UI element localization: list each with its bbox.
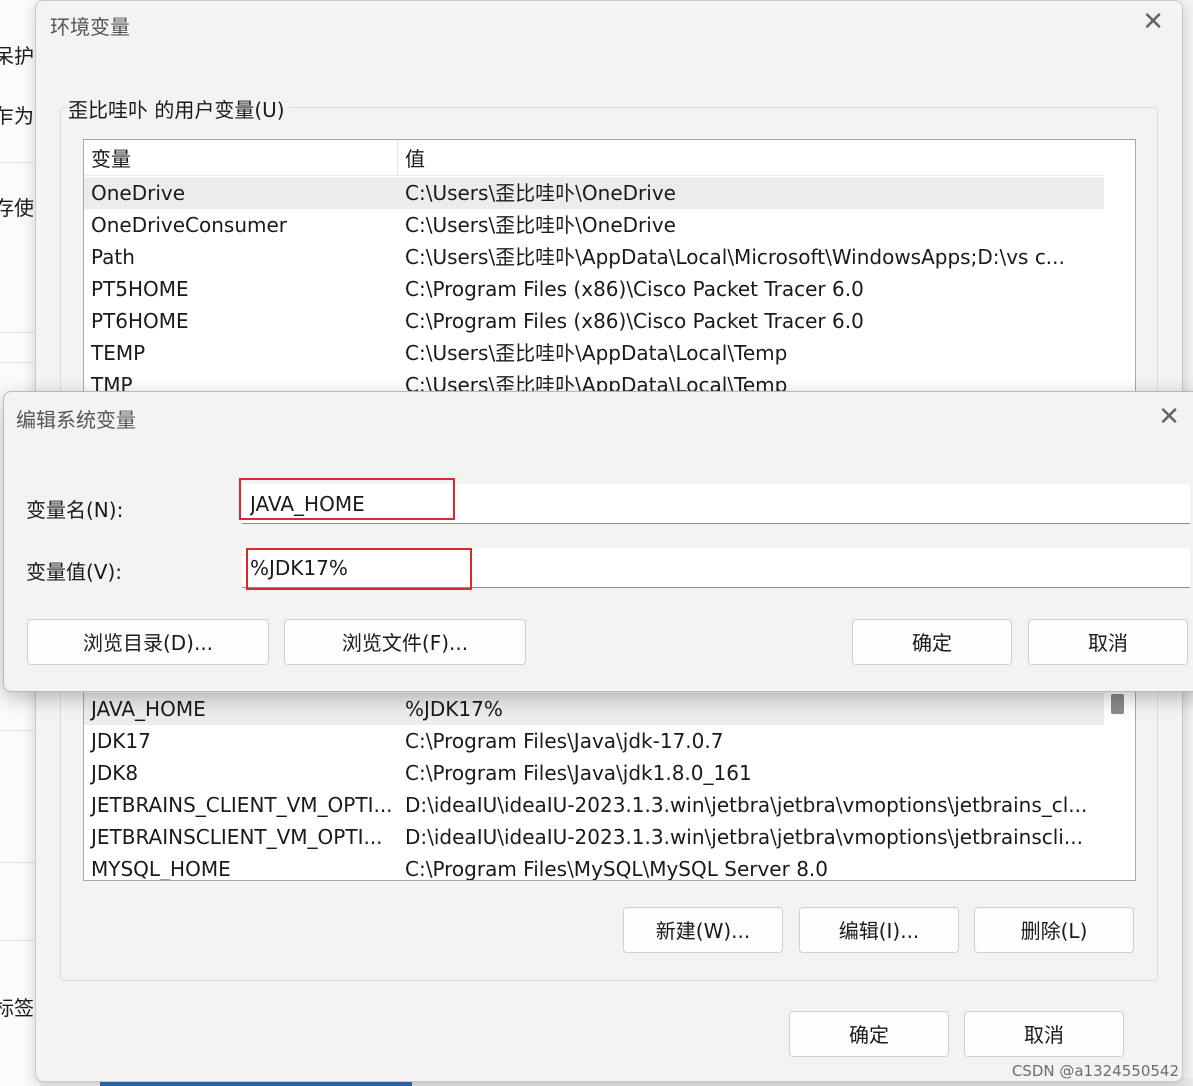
user-variables-label: 歪比哇卟 的用户变量(U)	[68, 94, 289, 123]
table-row[interactable]: JETBRAINS_CLIENT_VM_OPTI... D:\ideaIU\id…	[84, 789, 1104, 821]
table-row[interactable]: OneDrive C:\Users\歪比哇卟\OneDrive	[84, 177, 1104, 209]
edit-system-variable-dialog: 编辑系统变量 ✕ 变量名(N): 变量值(V): 浏览目录(D)... 浏览文件…	[3, 391, 1193, 692]
dialog-ok-button[interactable]: 确定	[852, 619, 1012, 665]
table-row[interactable]: OneDriveConsumer C:\Users\歪比哇卟\OneDrive	[84, 209, 1104, 241]
variable-value: C:\Program Files\MySQL\MySQL Server 8.0	[405, 857, 828, 881]
edit-variable-button[interactable]: 编辑(I)...	[799, 907, 959, 953]
background-text-fragment: 存使	[0, 196, 34, 220]
dialog-title: 编辑系统变量	[16, 408, 136, 432]
cancel-button[interactable]: 取消	[964, 1011, 1124, 1057]
background-divider	[0, 332, 40, 333]
variable-value-label: 变量值(V):	[26, 560, 123, 584]
variable-value: C:\Program Files (x86)\Cisco Packet Trac…	[405, 309, 864, 333]
close-icon[interactable]: ✕	[1158, 404, 1180, 430]
variable-value: C:\Users\歪比哇卟\AppData\Local\Temp	[405, 341, 788, 365]
variable-value: C:\Users\歪比哇卟\OneDrive	[405, 213, 676, 237]
watermark: CSDN @a1324550542	[1011, 1062, 1179, 1080]
table-row[interactable]: Path C:\Users\歪比哇卟\AppData\Local\Microso…	[84, 241, 1104, 273]
variable-name: TEMP	[91, 341, 146, 365]
variable-value: C:\Program Files (x86)\Cisco Packet Trac…	[405, 277, 864, 301]
column-header-variable[interactable]: 变量	[84, 140, 398, 176]
variable-value: C:\Users\歪比哇卟\AppData\Local\Microsoft\Wi…	[405, 245, 1065, 269]
background-text-fragment: 标签	[0, 996, 34, 1020]
table-row[interactable]: JDK17 C:\Program Files\Java\jdk-17.0.7	[84, 725, 1104, 757]
scrollbar-thumb[interactable]	[1111, 694, 1124, 714]
user-variables-rows: OneDrive C:\Users\歪比哇卟\OneDrive OneDrive…	[84, 177, 1104, 400]
dialog-cancel-button[interactable]: 取消	[1028, 619, 1188, 665]
browse-file-button[interactable]: 浏览文件(F)...	[284, 619, 526, 665]
ok-button[interactable]: 确定	[789, 1011, 949, 1057]
table-row[interactable]: MYSQL_HOME C:\Program Files\MySQL\MySQL …	[84, 853, 1104, 881]
table-row[interactable]: JDK8 C:\Program Files\Java\jdk1.8.0_161	[84, 757, 1104, 789]
delete-variable-button[interactable]: 删除(L)	[974, 907, 1134, 953]
table-row[interactable]: JAVA_HOME %JDK17%	[84, 693, 1104, 725]
variable-value: C:\Program Files\Java\jdk1.8.0_161	[405, 761, 752, 785]
background-divider	[0, 162, 40, 163]
variable-name: JAVA_HOME	[91, 697, 206, 721]
window-title: 环境变量	[50, 15, 130, 39]
browse-directory-button[interactable]: 浏览目录(D)...	[27, 619, 269, 665]
table-row[interactable]: PT6HOME C:\Program Files (x86)\Cisco Pac…	[84, 305, 1104, 337]
new-variable-button[interactable]: 新建(W)...	[623, 907, 783, 953]
variable-name: Path	[91, 245, 135, 269]
variable-name: OneDrive	[91, 181, 186, 205]
variable-value: C:\Users\歪比哇卟\OneDrive	[405, 181, 676, 205]
variable-value: D:\ideaIU\ideaIU-2023.1.3.win\jetbra\jet…	[405, 793, 1088, 817]
variable-value-input[interactable]	[242, 548, 1190, 588]
background-text-fragment: 乍为管	[0, 104, 40, 128]
list-header: 变量 值	[84, 140, 1104, 176]
variable-value: %JDK17%	[405, 697, 503, 721]
variable-name-label: 变量名(N):	[26, 498, 124, 522]
table-row[interactable]: TEMP C:\Users\歪比哇卟\AppData\Local\Temp	[84, 337, 1104, 369]
variable-name: MYSQL_HOME	[91, 857, 231, 881]
variable-name: JETBRAINS_CLIENT_VM_OPTI...	[91, 793, 393, 817]
column-header-value[interactable]: 值	[398, 140, 1104, 176]
close-icon[interactable]: ✕	[1142, 9, 1164, 35]
user-variables-list[interactable]: 变量 值 OneDrive C:\Users\歪比哇卟\OneDrive One…	[83, 139, 1136, 401]
background-text-fragment: 呆护	[0, 44, 34, 68]
variable-name: PT6HOME	[91, 309, 189, 333]
variable-name-input[interactable]	[242, 484, 1190, 524]
variable-name: OneDriveConsumer	[91, 213, 288, 237]
table-row[interactable]: PT5HOME C:\Program Files (x86)\Cisco Pac…	[84, 273, 1104, 305]
variable-name: JDK17	[91, 729, 151, 753]
variable-name: JETBRAINSCLIENT_VM_OPTI...	[91, 825, 383, 849]
variable-value: D:\ideaIU\ideaIU-2023.1.3.win\jetbra\jet…	[405, 825, 1083, 849]
variable-name: JDK8	[91, 761, 139, 785]
system-variables-rows: JAVA_HOME %JDK17% JDK17 C:\Program Files…	[84, 693, 1104, 881]
variable-name: PT5HOME	[91, 277, 189, 301]
background-divider	[0, 862, 40, 863]
background-divider	[0, 940, 40, 941]
table-row[interactable]: JETBRAINSCLIENT_VM_OPTI... D:\ideaIU\ide…	[84, 821, 1104, 853]
background-divider	[0, 730, 40, 731]
background-divider	[0, 362, 40, 363]
variable-value: C:\Program Files\Java\jdk-17.0.7	[405, 729, 724, 753]
